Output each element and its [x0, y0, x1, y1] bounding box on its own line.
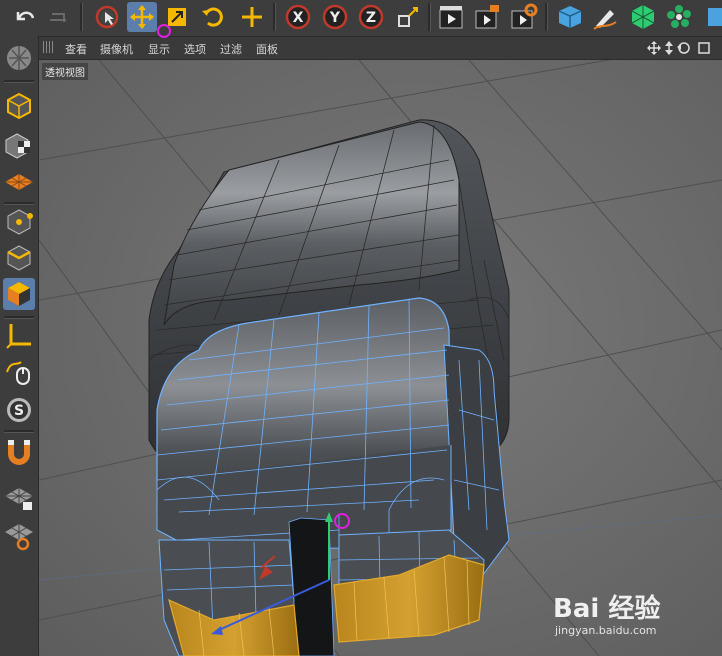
view-label: 透视视图	[42, 63, 88, 80]
polygons-mode-icon	[8, 282, 30, 306]
menu-cameras[interactable]: 摄像机	[100, 41, 133, 57]
x-axis-icon: X	[285, 4, 311, 30]
perspective-viewport[interactable]: 透视视图	[39, 60, 722, 656]
z-axis-icon: Z	[358, 4, 384, 30]
render-settings-icon	[511, 3, 538, 29]
points-mode-icon	[7, 209, 33, 235]
menu-display[interactable]: 显示	[148, 41, 170, 57]
render-to-picture-viewer-icon	[475, 5, 499, 29]
menu-view[interactable]: 查看	[65, 41, 87, 57]
rotate-icon	[202, 7, 223, 27]
cloner-icon	[667, 5, 691, 28]
subdivision-icon	[631, 5, 655, 29]
coordinate-system-toggle[interactable]	[393, 2, 423, 32]
cube-icon	[558, 6, 582, 28]
make-editable-button[interactable]	[3, 42, 35, 74]
texture-mode-icon	[5, 133, 30, 159]
viewport-scene	[39, 60, 722, 656]
render-view-icon	[439, 6, 463, 29]
workplane-icon	[5, 174, 33, 190]
tweak-icon	[6, 361, 30, 385]
points-mode-button[interactable]	[3, 206, 35, 238]
more-tools-button[interactable]	[700, 2, 722, 32]
z-axis-lock[interactable]: Z	[356, 2, 386, 32]
menu-filter[interactable]: 过滤	[220, 41, 242, 57]
align-workplane-button[interactable]	[3, 520, 35, 552]
pan-icon[interactable]	[647, 41, 661, 55]
lock-workplane-button[interactable]	[3, 482, 35, 514]
cloner-button[interactable]	[664, 2, 694, 32]
polygons-mode-button[interactable]	[3, 278, 35, 310]
undo-button[interactable]	[10, 2, 40, 32]
coordinate-system-icon	[398, 7, 418, 27]
svg-text:Z: Z	[366, 10, 376, 26]
solo-icon: S	[7, 398, 31, 422]
render-settings-button[interactable]	[508, 2, 538, 32]
cube-primitive-button[interactable]	[555, 2, 585, 32]
y-axis-lock[interactable]: Y	[320, 2, 350, 32]
y-axis-icon: Y	[322, 4, 348, 30]
svg-text:S: S	[14, 403, 24, 419]
live-selection-tool[interactable]	[92, 2, 122, 32]
workplane-mode-button[interactable]	[3, 166, 35, 198]
axis-mode-icon	[6, 324, 31, 349]
menu-options[interactable]: 选项	[184, 41, 206, 57]
menu-panel[interactable]: 面板	[256, 41, 278, 57]
mode-toolbar: S	[0, 36, 39, 656]
add-icon	[242, 7, 262, 27]
add-tool[interactable]	[237, 2, 267, 32]
dolly-icon[interactable]	[665, 41, 673, 55]
make-editable-icon	[7, 46, 31, 70]
move-tool[interactable]	[127, 2, 157, 32]
svg-text:Y: Y	[329, 10, 341, 26]
watermark-brand: Bai 经验	[553, 594, 661, 624]
viewport-navigation-icons	[647, 41, 710, 55]
orbit-icon[interactable]	[677, 42, 690, 54]
main-toolbar: X Y Z	[0, 0, 722, 37]
workplane-align-icon	[5, 524, 33, 551]
undo-icon	[16, 11, 35, 21]
render-view-button[interactable]	[436, 2, 466, 32]
watermark: Bai 经验 jingyan.baidu.com	[553, 588, 713, 648]
edges-mode-icon	[7, 245, 31, 271]
model-mode-button[interactable]	[3, 90, 35, 122]
viewport-menubar: 查看 摄像机 显示 选项 过滤 面板	[39, 37, 722, 60]
tweak-mode-button[interactable]	[3, 356, 35, 388]
cursor-marker-icon	[157, 24, 171, 38]
model-mode-icon	[7, 92, 31, 120]
render-to-picture-viewer-button[interactable]	[472, 2, 502, 32]
axis-mode-button[interactable]	[3, 320, 35, 352]
lock-workplane-icon	[5, 488, 33, 510]
edges-mode-button[interactable]	[3, 242, 35, 274]
pen-icon	[593, 10, 617, 30]
x-axis-lock[interactable]: X	[283, 2, 313, 32]
texture-mode-button[interactable]	[3, 128, 35, 160]
redo-button[interactable]	[44, 2, 74, 32]
subdivision-surface-button[interactable]	[628, 2, 658, 32]
viewport-grip-icon[interactable]	[43, 41, 55, 53]
snapping-button[interactable]	[3, 436, 35, 468]
solo-button[interactable]: S	[3, 394, 35, 426]
pen-spline-button[interactable]	[590, 2, 620, 32]
svg-text:X: X	[293, 10, 304, 26]
maximize-view-icon[interactable]	[698, 42, 710, 54]
move-icon	[130, 5, 154, 29]
snapping-icon	[8, 440, 30, 465]
live-selection-icon	[95, 5, 119, 29]
rotate-tool[interactable]	[198, 2, 228, 32]
redo-icon	[50, 13, 66, 22]
more-icon	[708, 8, 722, 26]
watermark-url: jingyan.baidu.com	[555, 624, 657, 637]
